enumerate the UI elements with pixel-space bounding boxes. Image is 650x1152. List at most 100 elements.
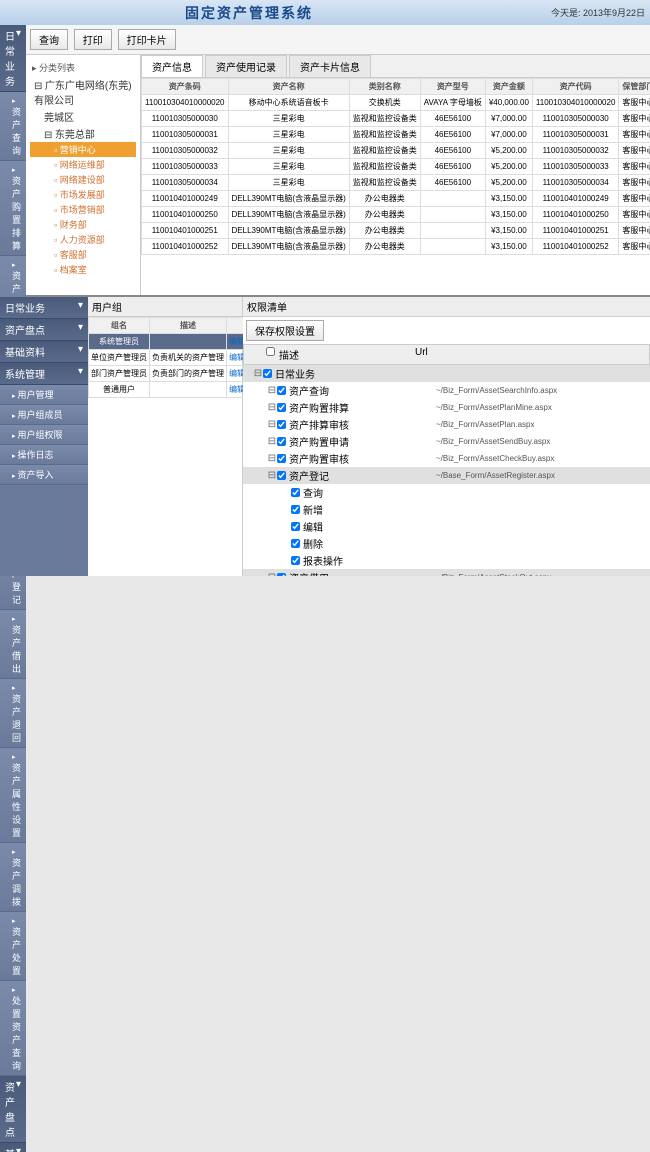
perm-checkbox[interactable]	[291, 505, 300, 514]
tab-card-info[interactable]: 资产卡片信息	[289, 55, 371, 77]
sidebar-item[interactable]: 资产处置	[0, 912, 26, 981]
perm-checkbox[interactable]	[291, 522, 300, 531]
perm-checkbox[interactable]	[277, 454, 286, 463]
nav-group-inventory[interactable]: 资产盘点▾	[0, 1076, 26, 1143]
print-button[interactable]: 打印	[74, 29, 112, 50]
sidebar-item[interactable]: 资产调拨	[0, 843, 26, 912]
table-row[interactable]: 110010401000250DELL390MT电脑(含液晶显示器)办公电器类¥…	[142, 207, 650, 223]
table-row[interactable]: 110010304010000020移动中心系统语音板卡交换机类AVAYA 字母…	[142, 95, 650, 111]
expand-icon[interactable]: ⊟	[267, 436, 277, 447]
sidebar-item[interactable]: 系统管理▾	[0, 363, 88, 385]
expand-icon[interactable]: ⊟	[267, 453, 277, 464]
perm-header: 描述 Url	[243, 344, 650, 365]
perm-node[interactable]: 查询	[243, 484, 650, 501]
sidebar-item[interactable]: 资产盘点▾	[0, 319, 88, 341]
expand-icon[interactable]: ⊟	[267, 470, 277, 481]
tree-node[interactable]: ⊟ 东莞总部	[30, 125, 136, 142]
perm-node[interactable]: ⊟资产登记~/Base_Form/AssetRegister.aspx	[243, 467, 650, 484]
perm-checkbox[interactable]	[291, 556, 300, 565]
perm-node[interactable]: 报表操作	[243, 552, 650, 569]
tab-asset-info[interactable]: 资产信息	[141, 55, 203, 77]
perm-node[interactable]: ⊟资产购置审核~/Biz_Form/AssetCheckBuy.aspx	[243, 450, 650, 467]
table-row[interactable]: 110010401000251DELL390MT电脑(含液晶显示器)办公电器类¥…	[142, 223, 650, 239]
print-card-button[interactable]: 打印卡片	[118, 29, 176, 50]
perm-node[interactable]: 新增	[243, 501, 650, 518]
tree-leaf[interactable]: ▫ 营销中心	[30, 142, 136, 157]
table-row[interactable]: 110010305000030三星彩电监视和监控设备类46E56100¥7,00…	[142, 111, 650, 127]
user-row[interactable]: 单位资产管理员负责机关的资产管理编辑删除	[89, 350, 269, 366]
search-button[interactable]: 查询	[30, 29, 68, 50]
nav-group-basedata[interactable]: 基础资料▾	[0, 1143, 26, 1152]
perm-checkbox[interactable]	[291, 539, 300, 548]
perm-checkbox[interactable]	[277, 403, 286, 412]
user-row[interactable]: 普通用户编辑删除	[89, 382, 269, 398]
save-perm-button[interactable]: 保存权限设置	[246, 320, 324, 341]
col-header: 资产名称	[228, 79, 349, 95]
sidebar-item[interactable]: 日常业务▾	[0, 297, 88, 319]
tree-node[interactable]: 莞城区	[30, 108, 136, 125]
table-row[interactable]: 110010401000249DELL390MT电脑(含液晶显示器)办公电器类¥…	[142, 191, 650, 207]
tree-leaf[interactable]: ▫ 客服部	[30, 247, 136, 262]
app-header: 固定资产管理系统 今天是: 2013年9月22日	[0, 0, 650, 25]
sidebar-item[interactable]: 资产借出	[0, 610, 26, 679]
user-row[interactable]: 系统管理员编辑删除	[89, 334, 269, 350]
perm-checkbox[interactable]	[277, 386, 286, 395]
tree-leaf[interactable]: ▫ 人力资源部	[30, 232, 136, 247]
col-header: 描述	[150, 318, 227, 334]
sidebar-item[interactable]: 基础资料▾	[0, 341, 88, 363]
tree-leaf[interactable]: ▫ 网络建设部	[30, 172, 136, 187]
col-header: 资产条码	[142, 79, 229, 95]
select-all-checkbox[interactable]	[266, 347, 275, 356]
sidebar-item[interactable]: 用户管理	[0, 385, 88, 405]
perm-checkbox[interactable]	[277, 471, 286, 480]
sidebar-item[interactable]: 处置资产查询	[0, 981, 26, 1076]
table-row[interactable]: 110010401000252DELL390MT电脑(含液晶显示器)办公电器类¥…	[142, 239, 650, 255]
tree-title: ▸ 分类列表	[30, 59, 136, 76]
tree-leaf[interactable]: ▫ 档案室	[30, 262, 136, 277]
col-header: 类别名称	[349, 79, 420, 95]
table-row[interactable]: 110010305000034三星彩电监视和监控设备类46E56100¥5,20…	[142, 175, 650, 191]
table-row[interactable]: 110010305000031三星彩电监视和监控设备类46E56100¥7,00…	[142, 127, 650, 143]
table-row[interactable]: 110010305000033三星彩电监视和监控设备类46E56100¥5,20…	[142, 159, 650, 175]
expand-icon[interactable]: ⊟	[267, 419, 277, 430]
perm-node[interactable]: ⊟日常业务	[243, 365, 650, 382]
category-tree: ▸ 分类列表 ⊟ 广东广电网络(东莞)有限公司 莞城区 ⊟ 东莞总部 ▫ 营销中…	[26, 55, 141, 295]
perm-node[interactable]: ⊟资产查询~/Biz_Form/AssetSearchInfo.aspx	[243, 382, 650, 399]
table-row[interactable]: 110010305000032三星彩电监视和监控设备类46E56100¥5,20…	[142, 143, 650, 159]
asset-table: 资产条码资产名称类别名称资产型号资产金额资产代码保管部门保管人资产位置期初个人资…	[141, 78, 650, 255]
col-header: 组名	[89, 318, 150, 334]
perm-node[interactable]: ⊟资产购置排算~/Biz_Form/AssetPlanMine.aspx	[243, 399, 650, 416]
minus-icon: ⊟	[34, 81, 42, 92]
user-row[interactable]: 部门资产管理员负责部门的资产管理编辑删除	[89, 366, 269, 382]
expand-icon[interactable]: ⊟	[267, 572, 277, 576]
tree-leaf[interactable]: ▫ 财务部	[30, 217, 136, 232]
tree-root[interactable]: ⊟ 广东广电网络(东莞)有限公司	[30, 76, 136, 108]
sidebar-item[interactable]: 用户组权限	[0, 425, 88, 445]
tab-usage-log[interactable]: 资产使用记录	[205, 55, 287, 77]
sidebar-item[interactable]: 资产属性设置	[0, 748, 26, 843]
sidebar-item[interactable]: 操作日志	[0, 445, 88, 465]
perm-checkbox[interactable]	[291, 488, 300, 497]
sidebar-item[interactable]: 资产退回	[0, 679, 26, 748]
tree-leaf[interactable]: ▫ 网络运维部	[30, 157, 136, 172]
col-header: 资产代码	[532, 79, 619, 95]
perm-checkbox[interactable]	[263, 369, 272, 378]
tree-leaf[interactable]: ▫ 市场营销部	[30, 202, 136, 217]
perm-node[interactable]: ⊟资产排算审核~/Biz_Form/AssetPlan.aspx	[243, 416, 650, 433]
perm-node[interactable]: 删除	[243, 535, 650, 552]
perm-node[interactable]: 编辑	[243, 518, 650, 535]
sidebar-item[interactable]: 资产导入	[0, 465, 88, 485]
expand-icon[interactable]: ⊟	[253, 368, 263, 379]
perm-node[interactable]: ⊟资产购置申请~/Biz_Form/AssetSendBuy.aspx	[243, 433, 650, 450]
sidebar-item[interactable]: 资产查询	[0, 92, 26, 161]
tree-leaf[interactable]: ▫ 市场发展部	[30, 187, 136, 202]
sidebar-item[interactable]: 用户组成员	[0, 405, 88, 425]
perm-checkbox[interactable]	[277, 420, 286, 429]
sidebar-item[interactable]: 资产购置排算	[0, 161, 26, 256]
expand-icon[interactable]: ⊟	[267, 402, 277, 413]
nav-group-daily[interactable]: 日常业务▾	[0, 25, 26, 92]
perm-node[interactable]: ⊟资产借用~/Biz_Form/AssetStockOut.aspx	[243, 569, 650, 576]
perm-checkbox[interactable]	[277, 437, 286, 446]
user-group-table: 组名 描述 新增 系统管理员编辑删除单位资产管理员负责机关的资产管理编辑删除部门…	[88, 317, 269, 398]
expand-icon[interactable]: ⊟	[267, 385, 277, 396]
